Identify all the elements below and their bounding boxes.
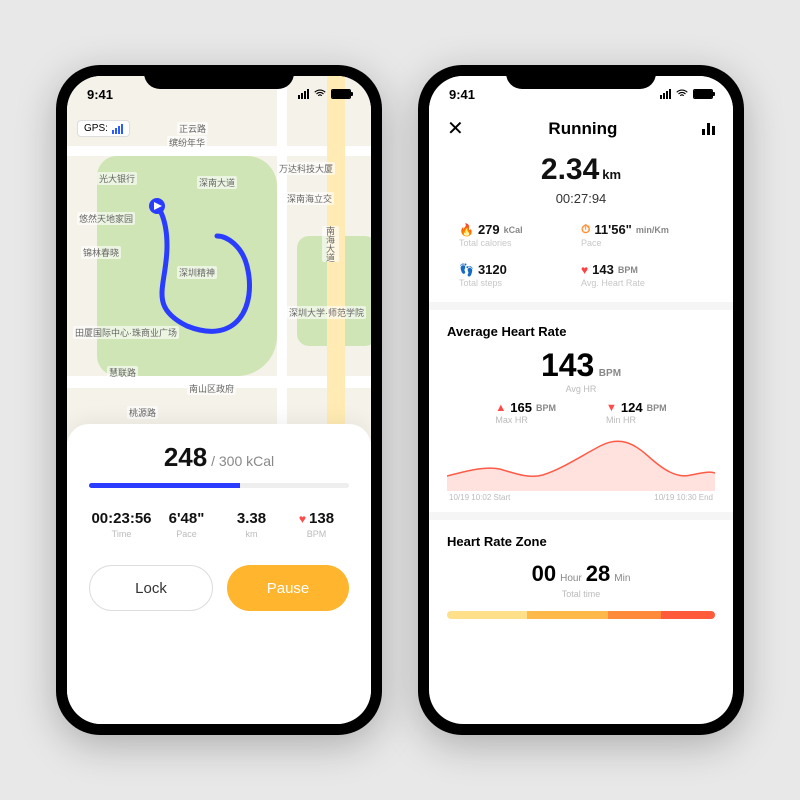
hr-chart	[447, 431, 715, 491]
status-icons	[660, 87, 713, 101]
hr-minmax: ▲165BPM Max HR ▼124BPM Min HR	[447, 400, 715, 425]
metric-distance: 3.38 km	[219, 510, 284, 539]
close-icon[interactable]: ✕	[447, 116, 464, 141]
live-metrics: 00:23:56 Time 6'48" Pace 3.38 km ♥138 BP…	[89, 510, 349, 539]
cellular-icon	[298, 89, 309, 99]
hr-zone-section: Heart Rate Zone 00Hour 28Min Total time	[429, 520, 733, 629]
avg-hr-section: Average Heart Rate 143 BPM Avg HR ▲165BP…	[429, 310, 733, 512]
zone-bar	[447, 611, 715, 619]
tracking-panel: 248 / 300 kCal 00:23:56 Time 6'48" Pace …	[67, 424, 371, 724]
hr-chart-x-axis: 10/19 10:02 Start 10/19 10:30 End	[447, 491, 715, 502]
status-time: 9:41	[449, 87, 475, 102]
min-hr: ▼124BPM Min HR	[606, 400, 667, 425]
route-path	[137, 196, 277, 346]
stat-avg-hr: ♥143BPM Avg. Heart Rate	[581, 262, 703, 288]
summary-header: 2.34km 00:27:94	[429, 141, 733, 212]
total-duration: 00:27:94	[429, 191, 733, 206]
clock-icon: ⏱	[581, 222, 590, 237]
stat-pace: ⏱11'56"min/Km Pace	[581, 222, 703, 248]
cellular-icon	[660, 89, 671, 99]
stat-steps: 👣3120 Total steps	[459, 262, 581, 288]
page-header: ✕ Running	[429, 112, 733, 141]
calories-current: 248	[164, 442, 207, 472]
screen-tracking: 9:41 GPS: 正云路 缤纷年华 光大银行 深南大道 深南海立交 万达科技	[67, 76, 371, 724]
flame-icon: 🔥	[459, 223, 474, 237]
page-title: Running	[548, 119, 617, 139]
screen-summary: 9:41 ✕ Running 2.34km 00:27:94 🔥279kCal …	[429, 76, 733, 724]
status-icons	[298, 87, 351, 101]
notch	[144, 65, 294, 89]
heart-icon: ♥	[299, 512, 306, 526]
battery-icon	[693, 89, 713, 99]
metric-pace: 6'48" Pace	[154, 510, 219, 539]
battery-icon	[331, 89, 351, 99]
avg-hr-value: 143	[541, 347, 594, 384]
max-hr: ▲165BPM Max HR	[495, 400, 556, 425]
stat-calories: 🔥279kCal Total calories	[459, 222, 581, 248]
arrow-up-icon: ▲	[495, 402, 506, 414]
avg-hr-title: Average Heart Rate	[447, 324, 715, 339]
steps-icon: 👣	[459, 263, 474, 277]
hr-zone-title: Heart Rate Zone	[447, 534, 715, 549]
gps-label: GPS:	[84, 123, 108, 134]
zone-total-time: 00Hour 28Min	[447, 561, 715, 587]
wifi-icon	[313, 87, 327, 101]
metric-bpm: ♥138 BPM	[284, 510, 349, 539]
phone-right: 9:41 ✕ Running 2.34km 00:27:94 🔥279kCal …	[418, 65, 744, 735]
summary-stats: 🔥279kCal Total calories ⏱11'56"min/Km Pa…	[429, 212, 733, 302]
wifi-icon	[675, 87, 689, 101]
notch	[506, 65, 656, 89]
status-time: 9:41	[87, 87, 113, 102]
section-divider	[429, 302, 733, 310]
gps-indicator: GPS:	[77, 120, 130, 137]
gps-signal-icon	[112, 124, 123, 134]
phone-left: 9:41 GPS: 正云路 缤纷年华 光大银行 深南大道 深南海立交 万达科技	[56, 65, 382, 735]
metric-time: 00:23:56 Time	[89, 510, 154, 539]
calories-target: / 300 kCal	[211, 453, 274, 469]
section-divider	[429, 512, 733, 520]
pause-button[interactable]: Pause	[227, 565, 349, 611]
total-distance: 2.34km	[429, 153, 733, 187]
calorie-progress-bar	[89, 483, 349, 488]
calorie-progress-text: 248 / 300 kCal	[89, 442, 349, 473]
heart-icon: ♥	[581, 263, 588, 277]
arrow-down-icon: ▼	[606, 402, 617, 414]
stats-icon[interactable]	[702, 123, 715, 135]
lock-button[interactable]: Lock	[89, 565, 213, 611]
